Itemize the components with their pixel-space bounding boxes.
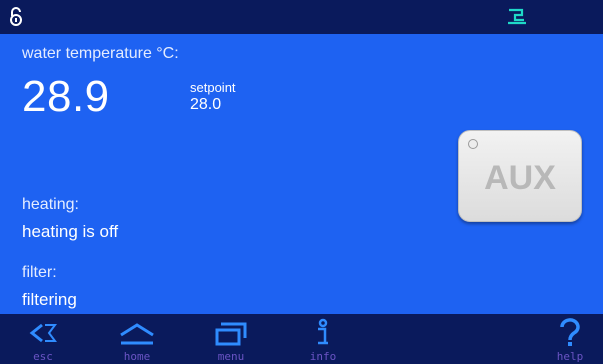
filter-label: filter:: [22, 264, 57, 281]
esc-label: esc: [33, 350, 53, 363]
menu-label: menu: [217, 350, 245, 363]
aux-button-label: AUX: [484, 159, 556, 197]
navigation-bar: esc home menu info help: [0, 314, 603, 364]
home-label: home: [123, 350, 151, 363]
connection-icon: [508, 8, 526, 25]
heating-label: heating:: [22, 196, 79, 213]
help-label: help: [556, 350, 584, 363]
home-button[interactable]: home: [113, 314, 161, 364]
menu-icon: [215, 322, 247, 346]
aux-indicator-led: [468, 139, 478, 149]
info-label: info: [309, 350, 337, 363]
info-button[interactable]: info: [300, 314, 346, 364]
status-bar: [0, 0, 603, 34]
water-temperature-label: water temperature °C:: [22, 45, 179, 62]
lock-open-icon: [10, 7, 22, 26]
menu-button[interactable]: menu: [207, 314, 255, 364]
setpoint-label: setpoint: [190, 80, 236, 95]
info-icon: [318, 318, 328, 345]
heating-status: heating is off: [22, 222, 119, 241]
esc-button[interactable]: esc: [20, 314, 66, 364]
main-panel: water temperature °C: 28.9 setpoint 28.0…: [0, 34, 603, 314]
help-button[interactable]: help: [548, 314, 592, 364]
filter-status: filtering: [22, 290, 77, 309]
home-icon: [120, 323, 154, 345]
aux-button[interactable]: AUX: [458, 130, 582, 222]
setpoint-value: 28.0: [190, 96, 222, 113]
question-mark-icon: [560, 318, 580, 346]
water-temperature-value: 28.9: [22, 72, 110, 121]
back-arrow-icon: [29, 323, 57, 343]
